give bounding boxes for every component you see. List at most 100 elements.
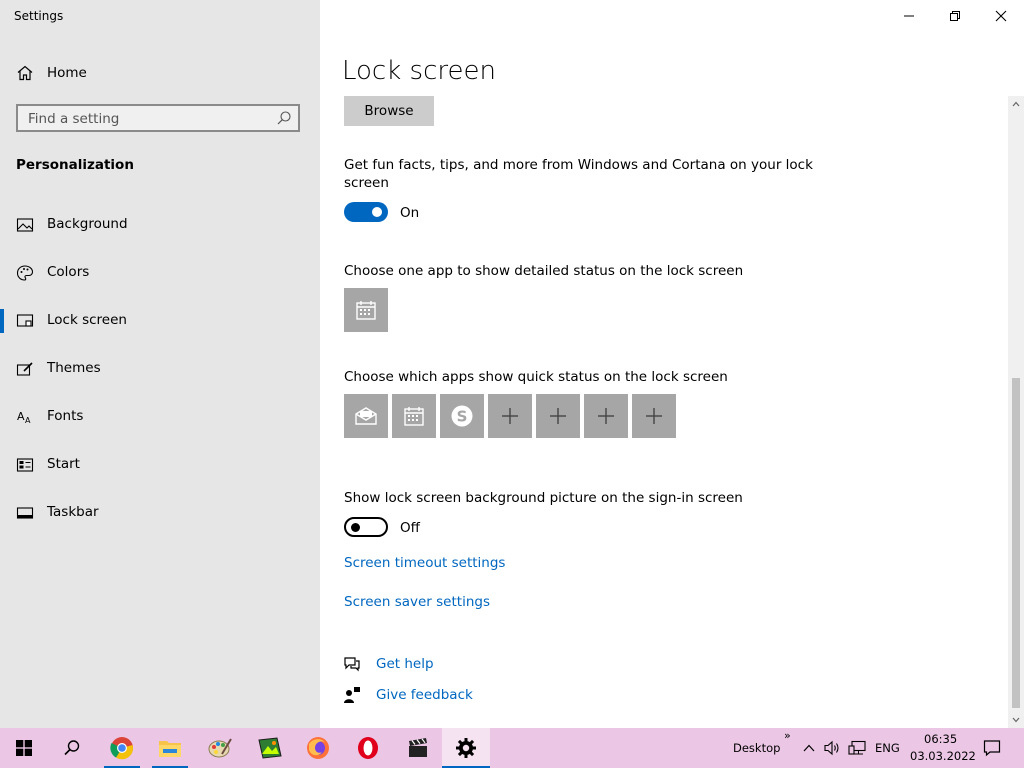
network-icon xyxy=(848,740,866,755)
paint-taskbar-button[interactable] xyxy=(196,728,244,768)
sidebar-item-label: Themes xyxy=(47,360,101,376)
get-help-link[interactable]: Get help xyxy=(376,656,434,672)
plus-icon xyxy=(646,408,662,424)
desktop-toolbar-label[interactable]: Desktop xyxy=(733,741,780,755)
detailed-status-app-button[interactable] xyxy=(344,288,388,332)
home-label: Home xyxy=(47,65,87,81)
scroll-down-button[interactable] xyxy=(1008,712,1024,728)
feedback-icon xyxy=(344,687,360,703)
quick-status-app-skype[interactable]: S xyxy=(440,394,484,438)
search-icon[interactable] xyxy=(276,110,292,126)
search-placeholder: Find a setting xyxy=(28,111,120,127)
give-feedback-link[interactable]: Give feedback xyxy=(376,687,473,703)
sidebar: Settings Home Find a setting Personaliza… xyxy=(0,0,320,728)
home-nav-item[interactable]: Home xyxy=(16,62,87,84)
notification-icon xyxy=(983,740,1001,757)
lock-screen-icon xyxy=(16,314,34,327)
fun-facts-label-line1: Get fun facts, tips, and more from Windo… xyxy=(344,157,813,173)
search-input[interactable]: Find a setting xyxy=(16,104,300,132)
detailed-status-label: Choose one app to show detailed status o… xyxy=(344,263,744,279)
taskbar-search-button[interactable] xyxy=(48,728,96,768)
minimize-icon xyxy=(904,15,914,17)
quick-status-app-mail[interactable] xyxy=(344,394,388,438)
quick-status-label: Choose which apps show quick status on t… xyxy=(344,369,728,385)
sidebar-item-label: Start xyxy=(47,456,80,472)
clock-time[interactable]: 06:35 xyxy=(924,732,957,746)
landscape-app-icon xyxy=(258,737,282,759)
svg-text:A: A xyxy=(25,416,31,425)
volume-button[interactable] xyxy=(822,728,844,768)
sidebar-item-lock-screen[interactable]: Lock screen xyxy=(0,301,320,341)
network-button[interactable] xyxy=(846,728,868,768)
toggle-knob xyxy=(372,207,382,217)
chevron-up-icon xyxy=(1012,101,1020,107)
close-icon xyxy=(995,10,1007,22)
sidebar-item-background[interactable]: Background xyxy=(0,205,320,245)
home-icon xyxy=(17,65,33,81)
sidebar-item-label: Fonts xyxy=(47,408,84,424)
sidebar-item-themes[interactable]: Themes xyxy=(0,349,320,389)
screen-saver-link[interactable]: Screen saver settings xyxy=(344,594,490,610)
close-button[interactable] xyxy=(978,0,1024,32)
chevron-down-icon xyxy=(1012,717,1020,723)
taskbar-icon xyxy=(16,507,34,519)
plus-icon xyxy=(502,408,518,424)
chevron-up-icon xyxy=(803,744,815,752)
scroll-up-button[interactable] xyxy=(1008,96,1024,112)
quick-status-add-4[interactable] xyxy=(632,394,676,438)
fun-facts-state: On xyxy=(400,205,420,221)
sidebar-item-colors[interactable]: Colors xyxy=(0,253,320,293)
font-icon: AA xyxy=(17,410,31,425)
calendar-icon xyxy=(404,407,424,426)
settings-taskbar-button[interactable] xyxy=(442,728,490,768)
fun-facts-toggle[interactable] xyxy=(344,202,388,222)
folder-icon xyxy=(159,741,181,757)
scroll-thumb[interactable] xyxy=(1012,378,1020,708)
start-button[interactable] xyxy=(0,728,48,768)
vertical-scrollbar[interactable] xyxy=(1008,96,1024,728)
picture-icon xyxy=(16,218,34,232)
section-title: Personalization xyxy=(16,157,134,173)
language-indicator[interactable]: ENG xyxy=(875,741,900,755)
toolbar-overflow-chevron[interactable]: » xyxy=(784,729,791,742)
skype-icon: S xyxy=(451,405,473,427)
plus-icon xyxy=(550,408,566,424)
page-title: Lock screen xyxy=(342,56,496,86)
firefox-taskbar-button[interactable] xyxy=(294,728,342,768)
video-editor-taskbar-button[interactable] xyxy=(394,728,442,768)
screen-timeout-link[interactable]: Screen timeout settings xyxy=(344,555,505,571)
notifications-button[interactable] xyxy=(978,728,1006,768)
signin-picture-label: Show lock screen background picture on t… xyxy=(344,490,743,506)
browse-button[interactable]: Browse xyxy=(344,96,434,126)
sidebar-item-label: Taskbar xyxy=(47,504,99,520)
chrome-taskbar-button[interactable] xyxy=(98,728,146,768)
minimize-button[interactable] xyxy=(886,0,932,32)
file-explorer-taskbar-button[interactable] xyxy=(146,728,194,768)
clock-date[interactable]: 03.03.2022 xyxy=(910,749,976,763)
clapperboard-icon xyxy=(409,738,427,757)
palette-icon xyxy=(16,265,34,281)
speaker-icon xyxy=(824,740,839,756)
signin-picture-toggle[interactable] xyxy=(344,517,388,537)
sidebar-item-start[interactable]: Start xyxy=(0,445,320,485)
quick-status-add-1[interactable] xyxy=(488,394,532,438)
opera-taskbar-button[interactable] xyxy=(344,728,392,768)
quick-status-add-3[interactable] xyxy=(584,394,628,438)
chrome-icon xyxy=(110,737,134,760)
quick-status-add-2[interactable] xyxy=(536,394,580,438)
gear-icon xyxy=(456,738,476,758)
show-hidden-icons-button[interactable] xyxy=(799,728,819,768)
sidebar-item-fonts[interactable]: AA Fonts xyxy=(0,397,320,437)
sidebar-item-label: Colors xyxy=(47,264,90,280)
sidebar-item-label: Lock screen xyxy=(47,312,127,328)
sidebar-item-taskbar[interactable]: Taskbar xyxy=(0,493,320,533)
image-viewer-taskbar-button[interactable] xyxy=(246,728,294,768)
plus-icon xyxy=(598,408,614,424)
svg-text:S: S xyxy=(457,408,468,426)
chat-help-icon xyxy=(344,657,360,672)
windows-logo-icon xyxy=(16,740,32,756)
active-indicator xyxy=(0,309,4,333)
quick-status-app-calendar[interactable] xyxy=(392,394,436,438)
restore-button[interactable] xyxy=(932,0,978,32)
start-icon xyxy=(16,458,34,472)
